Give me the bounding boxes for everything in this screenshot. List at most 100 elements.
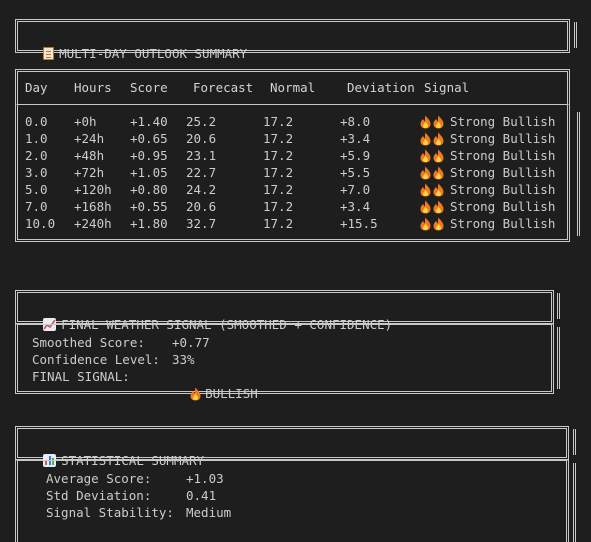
stability-label: Signal Stability:	[46, 505, 174, 520]
fire-icon	[433, 115, 444, 129]
cell-signal: Strong Bullish	[420, 147, 555, 164]
cell-deviation: +3.4	[340, 199, 371, 214]
cell-score: +1.40	[130, 114, 168, 129]
stats-body-edge	[573, 463, 576, 542]
cell-deviation: +5.9	[340, 148, 371, 163]
cell-hours: +120h	[74, 182, 112, 197]
cell-deviation: +7.0	[340, 182, 371, 197]
cell-score: +0.95	[130, 148, 168, 163]
cell-hours: +48h	[74, 148, 105, 163]
cell-normal: 17.2	[263, 148, 294, 163]
cell-forecast: 25.2	[186, 114, 217, 129]
confidence-value: 33%	[172, 352, 195, 367]
cell-score: +0.55	[130, 199, 168, 214]
col-header-hours: Hours	[74, 80, 112, 95]
cell-hours: +240h	[74, 216, 112, 231]
fire-icon	[433, 217, 444, 231]
std-dev-value: 0.41	[186, 488, 217, 503]
clipboard-icon	[43, 47, 55, 60]
signal-text: Strong Bullish	[450, 114, 556, 129]
fire-icon	[190, 387, 201, 401]
final-signal-value: BULLISH	[205, 386, 258, 401]
cell-forecast: 23.1	[186, 148, 217, 163]
fire-icon	[420, 166, 431, 180]
std-dev-label: Std Deviation:	[46, 488, 152, 503]
outlook-title: MULTI-DAY OUTLOOK SUMMARY	[28, 28, 247, 62]
cell-score: +0.65	[130, 131, 168, 146]
fire-icon	[420, 115, 431, 129]
col-header-day: Day	[25, 80, 48, 95]
outlook-title-text: MULTI-DAY OUTLOOK SUMMARY	[59, 46, 248, 61]
cell-day: 5.0	[25, 182, 48, 197]
fire-icon	[420, 149, 431, 163]
cell-signal: Strong Bullish	[420, 181, 555, 198]
cell-forecast: 22.7	[186, 165, 217, 180]
cell-normal: 17.2	[263, 182, 294, 197]
col-header-deviation: Deviation	[347, 80, 415, 95]
signal-text: Strong Bullish	[450, 182, 556, 197]
cell-forecast: 20.6	[186, 131, 217, 146]
cell-signal: Strong Bullish	[420, 215, 555, 232]
cell-forecast: 24.2	[186, 182, 217, 197]
cell-score: +1.05	[130, 165, 168, 180]
cell-signal: Strong Bullish	[420, 164, 555, 181]
cell-signal: Strong Bullish	[420, 198, 555, 215]
avg-score-value: +1.03	[186, 471, 224, 486]
signal-text: Strong Bullish	[450, 216, 556, 231]
fire-icon	[420, 183, 431, 197]
fire-icon	[420, 200, 431, 214]
col-header-forecast: Forecast	[193, 80, 254, 95]
cell-normal: 17.2	[263, 216, 294, 231]
cell-day: 0.0	[25, 114, 48, 129]
cell-day: 3.0	[25, 165, 48, 180]
cell-deviation: +15.5	[340, 216, 378, 231]
final-title-edge	[557, 293, 560, 319]
cell-forecast: 32.7	[186, 216, 217, 231]
cell-hours: +72h	[74, 165, 105, 180]
fire-icon	[420, 132, 431, 146]
fire-icon	[433, 183, 444, 197]
fire-icon	[433, 166, 444, 180]
fire-icon	[433, 132, 444, 146]
final-signal-label: FINAL SIGNAL:	[32, 369, 130, 384]
signal-text: Strong Bullish	[450, 131, 556, 146]
col-header-normal: Normal	[270, 80, 316, 95]
cell-signal: Strong Bullish	[420, 130, 555, 147]
confidence-label: Confidence Level:	[32, 352, 160, 367]
avg-score-label: Average Score:	[46, 471, 152, 486]
cell-normal: 17.2	[263, 114, 294, 129]
fire-icon	[420, 217, 431, 231]
final-body-edge	[557, 327, 560, 389]
smoothed-score-value: +0.77	[172, 335, 210, 350]
col-header-signal: Signal	[424, 80, 470, 95]
fire-icon	[433, 149, 444, 163]
stability-value: Medium	[186, 505, 232, 520]
cell-deviation: +3.4	[340, 131, 371, 146]
cell-day: 7.0	[25, 199, 48, 214]
cell-day: 2.0	[25, 148, 48, 163]
fire-icon	[433, 200, 444, 214]
cell-hours: +168h	[74, 199, 112, 214]
signal-text: Strong Bullish	[450, 165, 556, 180]
cell-deviation: +8.0	[340, 114, 371, 129]
final-signal-value-wrap: BULLISH	[175, 368, 258, 402]
cell-score: +0.80	[130, 182, 168, 197]
signal-text: Strong Bullish	[450, 199, 556, 214]
smoothed-score-label: Smoothed Score:	[32, 335, 145, 350]
cell-score: +1.80	[130, 216, 168, 231]
cell-day: 10.0	[25, 216, 56, 231]
cell-forecast: 20.6	[186, 199, 217, 214]
cell-signal: Strong Bullish	[420, 113, 555, 130]
cell-normal: 17.2	[263, 165, 294, 180]
col-header-score: Score	[130, 80, 168, 95]
stats-title-edge	[573, 429, 576, 455]
cell-normal: 17.2	[263, 131, 294, 146]
cell-hours: +0h	[74, 114, 97, 129]
cell-deviation: +5.5	[340, 165, 371, 180]
outlook-title-edge	[574, 22, 577, 48]
signal-text: Strong Bullish	[450, 148, 556, 163]
outlook-table-edge	[577, 112, 580, 236]
cell-day: 1.0	[25, 131, 48, 146]
cell-normal: 17.2	[263, 199, 294, 214]
cell-hours: +24h	[74, 131, 105, 146]
